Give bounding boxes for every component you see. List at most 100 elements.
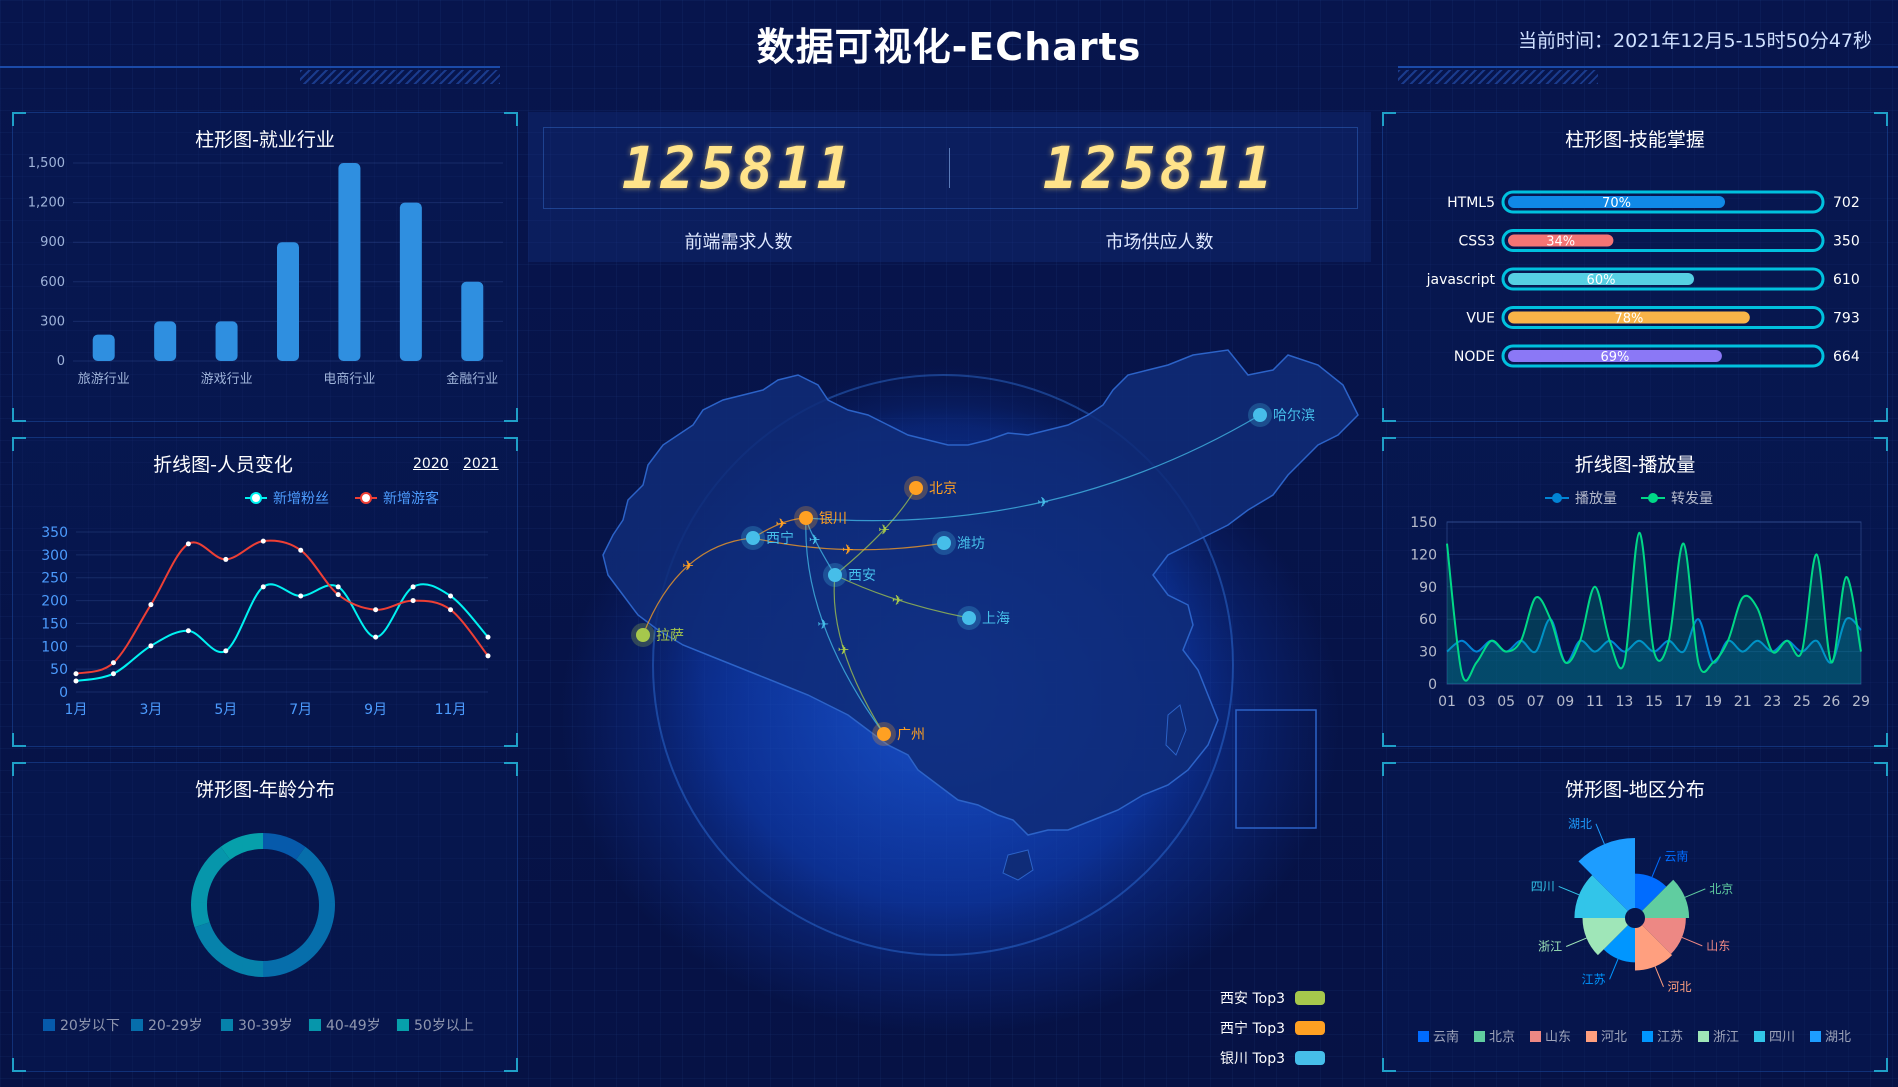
data-point bbox=[410, 598, 416, 604]
pie-slice-40-49岁 bbox=[190, 846, 231, 928]
plane-icon: ✈ bbox=[892, 593, 904, 609]
y-tick-label: 900 bbox=[40, 235, 65, 250]
y-tick-label: 50 bbox=[50, 662, 68, 678]
slice-label: 北京 bbox=[1709, 882, 1733, 896]
bar-医疗行业 bbox=[277, 242, 299, 361]
current-time: 当前时间：2021年12月5-15时50分47秒 bbox=[1517, 30, 1872, 52]
legend-label: 播放量 bbox=[1575, 491, 1617, 507]
label-line bbox=[1684, 888, 1706, 898]
city-marker-北京 bbox=[909, 481, 923, 495]
skill-label: HTML5 bbox=[1447, 195, 1495, 211]
map-legend-label: 西安 Top3 bbox=[1220, 991, 1285, 1007]
counter-box: 125811 125811 前端需求人数 市场供应人数 bbox=[528, 112, 1371, 262]
data-point bbox=[110, 671, 116, 677]
legend-label: 转发量 bbox=[1671, 491, 1713, 507]
map-legend-swatch bbox=[1295, 1051, 1325, 1065]
panel-age-pie: 饼形图-年龄分布 20岁以下 20-29岁 30-39岁 40-49岁 50岁以上 bbox=[12, 762, 518, 1072]
people-line-chart: 0 50 100 150 200 250 300 350 1月 3月 5月 7月 9月 11月 新增粉丝 新增… bbox=[41, 490, 491, 718]
map-legend-swatch bbox=[1295, 991, 1325, 1005]
series-line-新增游客 bbox=[75, 539, 489, 675]
x-tick-label: 09 bbox=[1556, 694, 1574, 710]
y-tick-label: 1,500 bbox=[28, 156, 65, 171]
city-marker-拉萨 bbox=[636, 628, 650, 642]
skill-value: 793 bbox=[1833, 311, 1860, 327]
legend-swatch bbox=[221, 1019, 233, 1031]
y-tick-label: 350 bbox=[41, 525, 68, 541]
map-legend-swatch bbox=[1295, 1021, 1325, 1035]
legend-label: 四川 bbox=[1769, 1030, 1795, 1045]
x-tick-label: 游戏行业 bbox=[201, 372, 253, 387]
city-marker-西安 bbox=[828, 568, 842, 582]
y-tick-label: 150 bbox=[1410, 515, 1437, 531]
legend-label: 50岁以上 bbox=[414, 1018, 474, 1034]
slice-label: 湖北 bbox=[1568, 816, 1592, 831]
y-tick-label: 30 bbox=[1419, 645, 1437, 661]
city-label: 北京 bbox=[929, 481, 957, 497]
data-point bbox=[223, 648, 229, 654]
data-point bbox=[185, 541, 191, 547]
header: 数据可视化-ECharts 当前时间：2021年12月5-15时50分47秒 bbox=[0, 0, 1898, 88]
label-line bbox=[1566, 937, 1587, 947]
skill-label: javascript bbox=[1426, 272, 1496, 288]
y-tick-label: 0 bbox=[57, 354, 65, 369]
legend-swatch bbox=[1474, 1031, 1485, 1042]
x-tick-label: 23 bbox=[1763, 694, 1781, 710]
play-line-chart: 0 30 60 90 120 150 01 03 05 07 09 11 13 15 17 19 21 23 25 2… bbox=[1410, 491, 1870, 710]
y-tick-label: 300 bbox=[41, 548, 68, 564]
skill-value: 664 bbox=[1833, 349, 1860, 365]
slice-label: 浙江 bbox=[1538, 940, 1562, 954]
y-tick-label: 250 bbox=[41, 571, 68, 587]
data-point bbox=[110, 660, 116, 666]
y-tick-label: 90 bbox=[1419, 580, 1437, 596]
counter-supply-label: 市场供应人数 bbox=[1105, 232, 1214, 253]
legend-label: 20-29岁 bbox=[148, 1018, 203, 1034]
legend-label: 20岁以下 bbox=[60, 1018, 120, 1034]
x-tick-label: 旅游行业 bbox=[78, 372, 130, 387]
data-point bbox=[373, 607, 379, 613]
legend-swatch bbox=[309, 1019, 321, 1031]
data-point bbox=[298, 593, 304, 599]
legend-label: 湖北 bbox=[1825, 1030, 1851, 1045]
bar-金融行业 bbox=[461, 281, 484, 361]
skill-value: 350 bbox=[1833, 234, 1860, 250]
plane-icon: ✈ bbox=[878, 523, 890, 539]
x-tick-label: 25 bbox=[1793, 694, 1811, 710]
age-pie-chart: 20岁以下 20-29岁 30-39岁 40-49岁 50岁以上 bbox=[43, 833, 474, 1034]
legend-swatch bbox=[397, 1019, 409, 1031]
skill-percent: 69% bbox=[1600, 350, 1629, 365]
x-tick-label: 21 bbox=[1734, 694, 1752, 710]
y-tick-label: 100 bbox=[41, 639, 68, 655]
skill-percent: 34% bbox=[1546, 235, 1575, 250]
bar-游戏行业 bbox=[215, 321, 238, 361]
y-tick-label: 120 bbox=[1410, 547, 1437, 563]
city-label: 西安 bbox=[848, 568, 876, 584]
bar-电商行业 bbox=[338, 163, 361, 361]
slice-label: 云南 bbox=[1664, 849, 1688, 864]
panel-region-pie: 饼形图-地区分布 云南 北京 山东 河北 江苏 浙江 四川 湖北 云南 北京 山东 河北 江苏 浙江 四川湖… bbox=[1382, 762, 1888, 1072]
bar-社交行业 bbox=[399, 202, 422, 361]
map-legend-label: 银川 Top3 bbox=[1220, 1051, 1285, 1067]
legend-marker-dot bbox=[250, 492, 262, 504]
header-stripe-right bbox=[1398, 70, 1598, 84]
y-tick-label: 150 bbox=[41, 616, 68, 632]
data-point bbox=[260, 584, 266, 590]
city-label: 广州 bbox=[897, 727, 925, 743]
data-point bbox=[223, 556, 229, 562]
skill-percent: 78% bbox=[1614, 312, 1643, 327]
bar-旅游行业 bbox=[92, 334, 115, 361]
city-label: 哈尔滨 bbox=[1273, 408, 1315, 424]
x-tick-label: 07 bbox=[1527, 694, 1545, 710]
x-tick-label: 11月 bbox=[435, 702, 467, 718]
x-tick-label: 05 bbox=[1497, 694, 1515, 710]
data-point bbox=[260, 538, 266, 544]
slice-label: 江苏 bbox=[1582, 972, 1606, 986]
x-tick-label: 01 bbox=[1438, 694, 1456, 710]
x-tick-label: 26 bbox=[1823, 694, 1841, 710]
legend-label: 江苏 bbox=[1657, 1029, 1683, 1045]
data-point bbox=[485, 653, 491, 659]
x-tick-label: 29 bbox=[1852, 694, 1870, 710]
x-tick-label: 03 bbox=[1468, 694, 1486, 710]
legend-label: 浙江 bbox=[1713, 1030, 1739, 1045]
legend-label: 新增粉丝 bbox=[273, 491, 329, 507]
city-marker-银川 bbox=[799, 511, 813, 525]
